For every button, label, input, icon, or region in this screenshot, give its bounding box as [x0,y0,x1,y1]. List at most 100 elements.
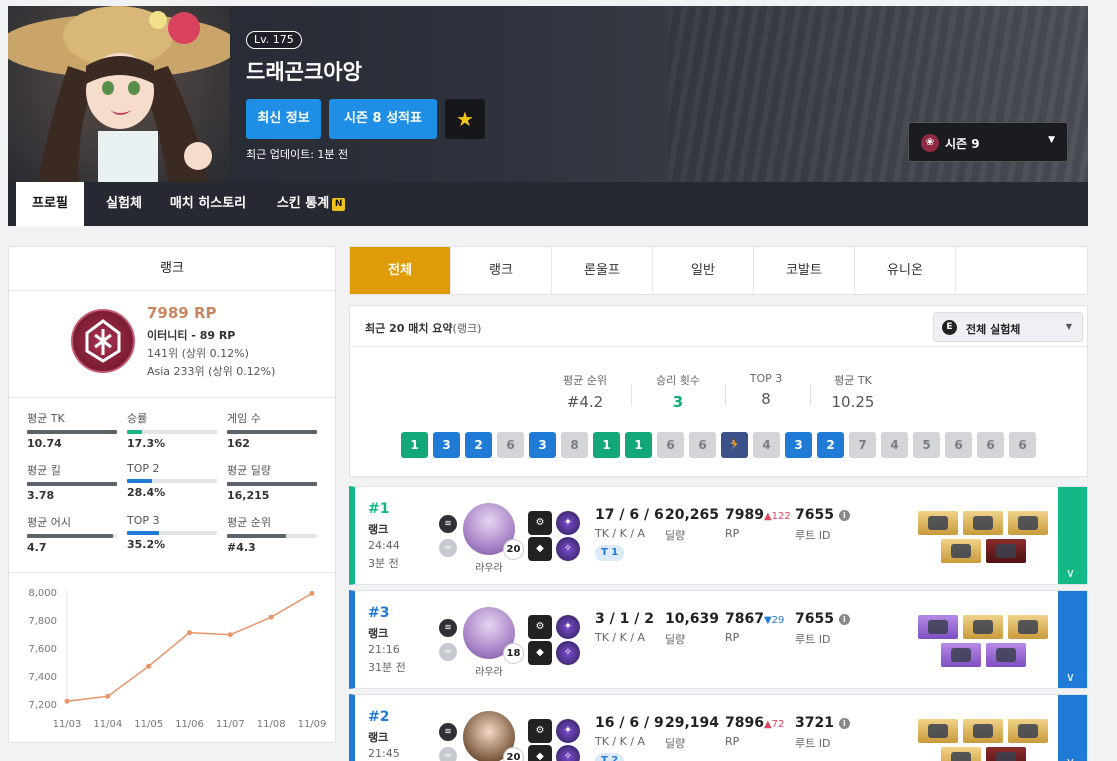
rank-panel-title: 랭크 [9,247,335,291]
match-mode: 랭크 [368,627,389,640]
placement-badge: 8 [561,432,588,458]
placement-badge: 2 [465,432,492,458]
stat-bar [27,430,117,434]
damage-value: 20,265 [665,507,720,523]
x-tick-label: 11/09 [298,719,327,730]
item-icon [1018,620,1038,634]
expand-toggle[interactable]: ∨ [1058,695,1087,761]
x-tick-label: 11/05 [134,719,163,730]
stat-label: 평균 TK [834,374,872,387]
placement-badge: 6 [945,432,972,458]
stat-bar [27,534,117,538]
weapon-skill-icon: ⚙ [528,719,552,743]
stat-label: TOP 3 [127,514,160,527]
rp-trend-chart: 8,000 7,800 7,600 7,400 7,200 11/03 11/04 11/05… [28,588,327,730]
rank-stat: 평균 순위 #4.3 [227,514,317,554]
tab-profile[interactable]: 프로필 [16,182,84,226]
rank-stat: 게임 수 162 [227,410,317,450]
damage-label: 딜량 [665,529,686,542]
character-filter-select[interactable]: E 전체 실험체 ▼ [933,312,1083,342]
tab-skin-stats[interactable]: 스킨 통계 N [266,182,356,226]
character-portrait [8,6,230,182]
rp-delta: ▼29 [763,615,785,626]
match-placement: #2 [368,709,390,725]
mode-tab-rank[interactable]: 랭크 [451,247,552,294]
stat-bar [127,479,217,483]
expand-toggle[interactable]: ∨ [1058,487,1087,584]
data-point [105,693,111,699]
match-mode: 랭크 [368,523,389,536]
item-icon [973,724,993,738]
weather-icon: ≋ [439,723,457,741]
info-icon[interactable]: i [838,614,850,625]
tier-emblem-icon [71,309,135,373]
mode-tab-all[interactable]: 전체 [350,247,451,294]
data-point [309,590,315,596]
match-card[interactable]: #1 랭크 24:44 3분 전 ≋ ≈20 라우라 ⚙ ✦ ◆ ✧ 17 / 6 / 6 TK / K… [349,486,1088,585]
tab-label: 랭크 [489,263,513,278]
match-card[interactable]: #2 랭크 21:45 ≋ ≈20 ⚙ ✦ ◆ ✧ 16 / 6 / 9 TK / K / A T 2… [349,694,1088,761]
item-icon [928,724,948,738]
expand-toggle[interactable]: ∨ [1058,591,1087,688]
tab-characters[interactable]: 실험체 [90,182,158,226]
damage-label: 딜량 [665,633,686,646]
placement-badge: 4 [881,432,908,458]
trait-sub-icon: ✧ [556,537,580,561]
stat-label: 평균 TK [27,412,65,425]
stat-label: 게임 수 [227,412,261,425]
placement-badge: 7 [849,432,876,458]
mode-tab-cobalt[interactable]: 코발트 [754,247,855,294]
rp-value: 7867▼29 [725,611,785,627]
match-duration: 24:44 [368,539,400,552]
rp-value: 7989 RP [147,304,217,322]
stat-label: TOP 3 [749,372,783,385]
rank-stat: 평균 TK 10.74 [27,410,117,450]
mode-tab-union[interactable]: 유니온 [855,247,956,294]
mode-tab-normal[interactable]: 일반 [653,247,754,294]
route-id: 3721 i [795,715,850,731]
tab-label: 론울프 [584,263,620,278]
season-report-button[interactable]: 시즌 8 성적표 [329,99,437,139]
match-duration: 21:16 [368,643,400,656]
tactical-skill-icon: ✦ [556,719,580,743]
route-id: 7655 i [795,611,850,627]
level-badge: Lv. 175 [246,31,302,49]
rp-delta: ▲72 [763,719,785,730]
match-placement: #3 [368,605,390,621]
info-icon[interactable]: i [838,718,850,729]
season-icon: ❀ [921,134,939,152]
stat-label: 평균 딜량 [227,464,271,477]
x-tick-label: 11/03 [53,719,82,730]
stat-bar [127,430,217,434]
y-tick-label: 7,200 [28,700,57,711]
stat-bar [127,531,217,535]
rp-delta: ▲122 [763,511,791,522]
refresh-button[interactable]: 최신 정보 [246,99,321,139]
tab-match-history[interactable]: 매치 히스토리 [158,182,258,226]
stat-label: 승리 횟수 [656,374,700,387]
summary-title-text: 최근 20 매치 요약 [365,322,453,335]
x-tick-label: 11/08 [257,719,286,730]
chevron-down-icon: ∨ [1066,755,1075,761]
placement-badge: 6 [977,432,1004,458]
info-icon[interactable]: i [838,510,850,521]
mode-tab-lone-wolf[interactable]: 론울프 [552,247,653,294]
stat-label: 평균 어시 [27,516,71,529]
summary-title: 최근 20 매치 요약(랭크) [365,320,481,336]
favorite-button[interactable]: ★ [445,99,485,139]
tab-label: 전체 [388,263,412,278]
data-point [187,630,192,636]
equipment-item [918,511,958,535]
tactical-skill-icon: ✦ [556,511,580,535]
weather-icon: ≈ [439,643,457,661]
placement-badge: 1 [625,432,652,458]
match-card[interactable]: #3 랭크 21:16 31분 전 ≋ ≈18 라우라 ⚙ ✦ ◆ ✧ 3 / 1 / 2 TK / K… [349,590,1088,689]
season-select[interactable]: ❀ 시즌 9 ▼ [908,122,1068,162]
summary-stat: TOP 3 8 [726,372,806,408]
stat-label: 평균 킬 [27,464,61,477]
data-point [146,663,152,669]
chevron-down-icon: ∨ [1066,670,1075,684]
equipment-item [918,615,958,639]
placement-badge: 1 [401,432,428,458]
tab-label: 코발트 [786,263,822,278]
